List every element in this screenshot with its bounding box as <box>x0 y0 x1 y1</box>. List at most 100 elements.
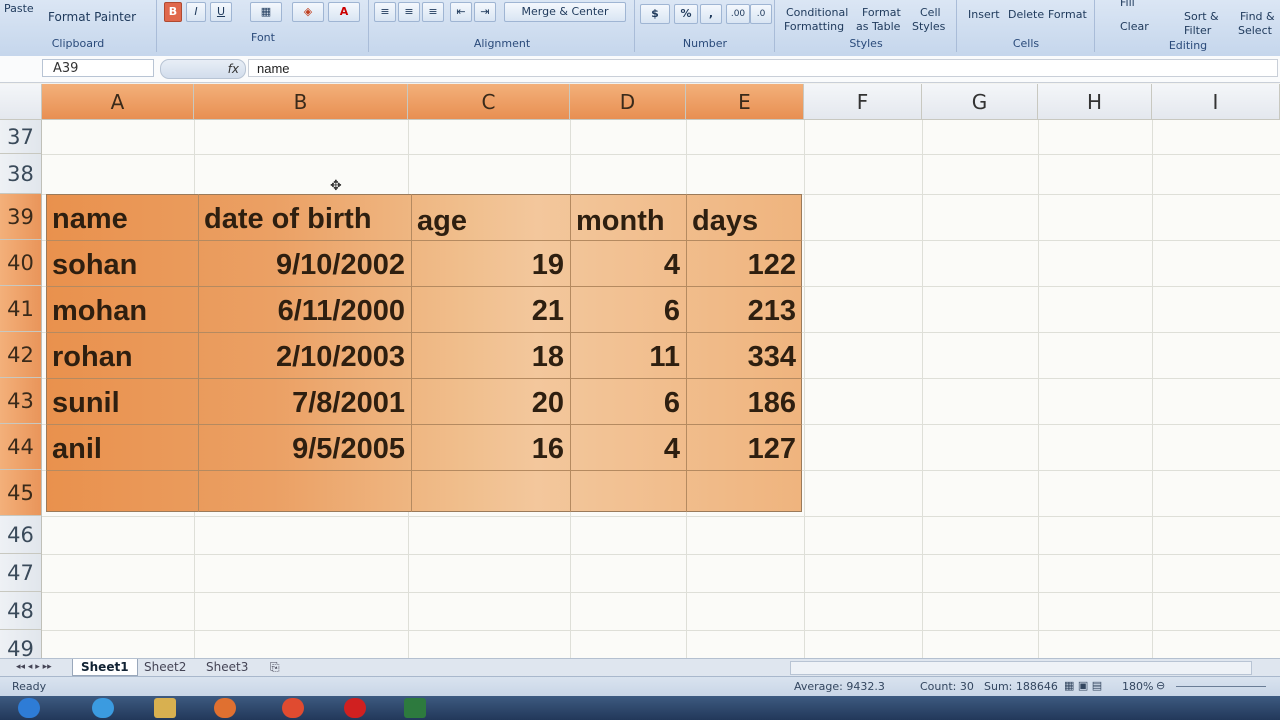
zoom-level[interactable]: 180% <box>1122 680 1153 693</box>
excel-icon[interactable] <box>404 698 426 718</box>
align-left-icon[interactable]: ≡ <box>374 2 396 22</box>
table-cell[interactable]: rohan <box>46 332 198 378</box>
bold-button[interactable]: B <box>164 2 182 22</box>
view-buttons-icon[interactable]: ▦ ▣ ▤ <box>1064 679 1102 692</box>
column-header-h[interactable]: H <box>1038 84 1152 120</box>
sheet-tab-1[interactable]: Sheet1 <box>72 659 138 676</box>
column-header-b[interactable]: B <box>194 84 408 120</box>
format-cells-button[interactable]: Format <box>1048 8 1087 21</box>
table-cell[interactable]: 6 <box>570 378 686 424</box>
insert-sheet-icon[interactable]: ⎘ <box>262 659 288 675</box>
table-cell[interactable]: 18 <box>411 332 570 378</box>
fill-color-icon[interactable]: ◈ <box>292 2 324 22</box>
table-cell[interactable]: sohan <box>46 240 198 286</box>
column-header-c[interactable]: C <box>408 84 570 120</box>
column-header-f[interactable]: F <box>804 84 922 120</box>
zoom-out-icon[interactable]: ⊖ <box>1156 679 1165 692</box>
table-cell[interactable]: 334 <box>686 332 802 378</box>
cell-styles-button[interactable]: Cell <box>920 6 941 19</box>
insert-button[interactable]: Insert <box>968 8 1000 21</box>
column-header-g[interactable]: G <box>922 84 1038 120</box>
table-cell[interactable]: 4 <box>570 424 686 470</box>
header-cell-name[interactable]: name <box>46 194 198 240</box>
table-cell[interactable]: 9/5/2005 <box>198 424 411 470</box>
worksheet-grid[interactable]: A B C D E F G H I 37 38 39 40 41 42 43 4… <box>0 84 1280 658</box>
select-all-corner[interactable] <box>0 84 42 120</box>
font-color-icon[interactable]: A <box>328 2 360 22</box>
row-header-37[interactable]: 37 <box>0 120 42 154</box>
insert-function-button[interactable]: fx <box>160 59 246 79</box>
format-as-table-button[interactable]: Format <box>862 6 901 19</box>
fill-button[interactable]: Fill <box>1120 0 1135 9</box>
opera-icon[interactable] <box>344 698 366 718</box>
table-cell[interactable]: 9/10/2002 <box>198 240 411 286</box>
internet-explorer-icon[interactable] <box>92 698 114 718</box>
merge-center-button[interactable]: Merge & Center <box>504 2 626 22</box>
paste-button[interactable]: Paste <box>4 2 34 15</box>
header-cell-date-of-birth[interactable]: date of birth <box>198 194 411 240</box>
table-cell[interactable]: 21 <box>411 286 570 332</box>
table-cell[interactable]: 6 <box>570 286 686 332</box>
table-cell[interactable]: sunil <box>46 378 198 424</box>
row-header-46[interactable]: 46 <box>0 516 42 554</box>
table-cell[interactable]: 186 <box>686 378 802 424</box>
table-cell[interactable]: 20 <box>411 378 570 424</box>
table-cell[interactable]: mohan <box>46 286 198 332</box>
format-as-table-sublabel[interactable]: as Table <box>856 20 900 33</box>
table-cell[interactable]: 16 <box>411 424 570 470</box>
column-header-d[interactable]: D <box>570 84 686 120</box>
row-header-42[interactable]: 42 <box>0 332 42 378</box>
sort-filter-button[interactable]: Sort & <box>1184 10 1219 23</box>
row-header-40[interactable]: 40 <box>0 240 42 286</box>
conditional-formatting-button[interactable]: Conditional <box>786 6 848 19</box>
table-cell[interactable]: 19 <box>411 240 570 286</box>
name-box[interactable]: A39 <box>42 59 154 77</box>
row-header-48[interactable]: 48 <box>0 592 42 630</box>
media-player-icon[interactable] <box>214 698 236 718</box>
header-cell-age[interactable]: age <box>411 194 570 240</box>
file-explorer-icon[interactable] <box>154 698 176 718</box>
currency-button[interactable]: $ <box>640 4 670 24</box>
comma-button[interactable]: , <box>700 4 722 24</box>
sheet-tab-2[interactable]: Sheet2 <box>136 659 194 675</box>
align-right-icon[interactable]: ≡ <box>422 2 444 22</box>
table-cell[interactable]: 7/8/2001 <box>198 378 411 424</box>
increase-decimal-icon[interactable]: .00 <box>726 4 750 24</box>
header-cell-month[interactable]: month <box>570 194 686 240</box>
table-cell[interactable]: 2/10/2003 <box>198 332 411 378</box>
row-header-43[interactable]: 43 <box>0 378 42 424</box>
zoom-slider[interactable] <box>1176 686 1266 687</box>
row-header-47[interactable]: 47 <box>0 554 42 592</box>
table-cell[interactable]: 6/11/2000 <box>198 286 411 332</box>
format-painter-button[interactable]: Format Painter <box>48 10 136 24</box>
sort-filter-sublabel[interactable]: Filter <box>1184 24 1211 37</box>
cell-styles-sublabel[interactable]: Styles <box>912 20 945 33</box>
row-header-45[interactable]: 45 <box>0 470 42 516</box>
column-header-a[interactable]: A <box>42 84 194 120</box>
row-header-44[interactable]: 44 <box>0 424 42 470</box>
formula-input[interactable]: name <box>248 59 1278 77</box>
borders-icon[interactable]: ▦ <box>250 2 282 22</box>
decrease-decimal-icon[interactable]: .0 <box>750 4 772 24</box>
conditional-formatting-sublabel[interactable]: Formatting <box>784 20 844 33</box>
table-cell[interactable]: 213 <box>686 286 802 332</box>
underline-button[interactable]: U <box>210 2 232 22</box>
column-header-e[interactable]: E <box>686 84 804 120</box>
column-header-i[interactable]: I <box>1152 84 1280 120</box>
table-cell[interactable]: 122 <box>686 240 802 286</box>
find-select-sublabel[interactable]: Select <box>1238 24 1272 37</box>
sheet-tab-3[interactable]: Sheet3 <box>198 659 256 675</box>
table-cell[interactable]: anil <box>46 424 198 470</box>
increase-indent-icon[interactable]: ⇥ <box>474 2 496 22</box>
italic-button[interactable]: I <box>186 2 206 22</box>
row-header-41[interactable]: 41 <box>0 286 42 332</box>
start-icon[interactable] <box>18 698 40 718</box>
delete-button[interactable]: Delete <box>1008 8 1044 21</box>
clear-button[interactable]: Clear <box>1120 20 1149 33</box>
horizontal-scrollbar[interactable] <box>790 661 1252 675</box>
decrease-indent-icon[interactable]: ⇤ <box>450 2 472 22</box>
sheet-nav-icon[interactable]: ◂◂ ◂ ▸ ▸▸ <box>8 659 60 675</box>
table-cell[interactable]: 11 <box>570 332 686 378</box>
row-header-49[interactable]: 49 <box>0 630 42 658</box>
chrome-icon[interactable] <box>282 698 304 718</box>
